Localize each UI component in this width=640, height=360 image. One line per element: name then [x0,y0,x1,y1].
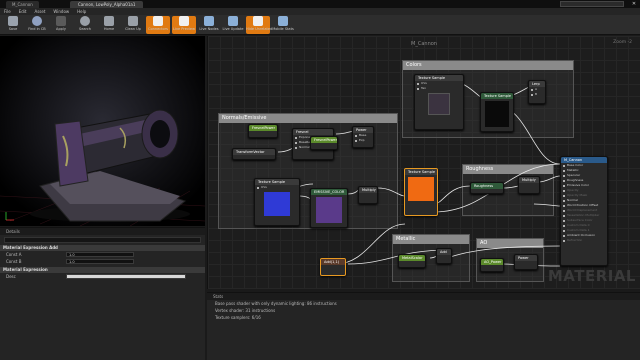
toolbar: Save Find in CB Apply Search Home Clean … [0,15,640,35]
const-b-field[interactable]: 1.0 [66,259,134,264]
stats-line: Base pass shader with only dynamic light… [215,301,337,306]
property-row: Const B 1.0 [0,258,205,265]
live-update-icon [228,16,238,26]
mobile-stats-button[interactable]: Mobile Stats [272,16,294,34]
preview-viewport[interactable] [0,36,205,226]
node-roughness-mult[interactable]: Roughness [470,182,504,194]
menu-window[interactable]: Window [53,8,69,15]
apply-button[interactable]: Apply [50,16,72,34]
node-add[interactable]: Add(1,1) [320,258,346,276]
search-button[interactable]: Search [74,16,96,34]
menu-help[interactable]: Help [77,8,86,15]
node-multiply-b[interactable]: Multiply [518,176,540,194]
property-row: Desc [0,273,205,280]
node-material-result[interactable]: M_Cannon Base Color Metallic Specular Ro… [560,156,608,266]
live-nodes-icon [204,16,214,26]
node-fresnel-exp[interactable]: FresnelPower [248,124,278,138]
title-bar: M_Cannon Cannon, LowPoly_Alpha01a1 ✕ [0,0,640,8]
find-icon [32,16,42,26]
node-power[interactable]: Power Base Exp [352,126,374,148]
const-a-field[interactable]: 1.0 [66,252,134,257]
live-preview-button[interactable]: Live Preview [172,16,196,34]
cannon-preview-image [0,36,205,226]
stats-line: Texture samplers: 6/16 [215,315,261,320]
search-icon [80,16,90,26]
apply-icon [56,16,66,26]
hide-unrelated-icon [253,16,263,26]
node-lerp[interactable]: Lerp A B [528,80,546,104]
live-preview-icon [179,16,189,26]
hide-unrelated-button[interactable]: Hide Unrelated [246,16,272,34]
node-transform-vector[interactable]: TransformVector [232,148,276,160]
node-texture-sample-normal[interactable]: Texture Sample UVs [254,178,300,226]
normal-map-thumbnail [264,192,290,216]
menu-edit[interactable]: Edit [19,8,27,15]
node-texture-sample-colors[interactable]: Texture Sample UVs Tex [414,74,464,130]
live-update-button[interactable]: Live Update [222,16,244,34]
connectors-icon [153,16,163,26]
close-icon[interactable]: ✕ [630,0,638,8]
clean-up-icon [128,16,138,26]
material-graph-canvas[interactable]: M_Cannon Zoom -2 Colors Normals/Emissive… [207,36,640,289]
home-button[interactable]: Home [98,16,120,34]
node-add-small[interactable]: Add [436,248,452,264]
node-lerp-param[interactable]: Texture Sample [480,92,514,132]
tab-material-editor[interactable]: Cannon, LowPoly_Alpha01a1 [70,1,144,8]
window-search-box[interactable] [560,1,624,7]
texture-thumbnail [428,93,450,115]
details-panel: Details Material Expression Add Const A … [0,227,205,360]
save-button[interactable]: Save [2,16,24,34]
node-metal-scalar[interactable]: MetalScalar [398,254,426,268]
param-thumbnail [485,101,509,127]
menu-bar: File Edit Asset Window Help [0,8,640,15]
find-in-cb-button[interactable]: Find in CB [26,16,48,34]
roughness-thumbnail [408,177,434,201]
stats-line: Vertex shader: 31 instructions [215,308,276,313]
connectors-button[interactable]: Connectors [146,16,170,34]
details-panel-title[interactable]: Details [0,228,205,235]
mobile-stats-icon [278,16,288,26]
menu-asset[interactable]: Asset [34,8,45,15]
stats-panel: Stats Base pass shader with only dynamic… [207,292,640,360]
home-icon [104,16,114,26]
stats-panel-title[interactable]: Stats [207,293,640,300]
menu-file[interactable]: File [4,8,11,15]
clean-up-button[interactable]: Clean Up [122,16,144,34]
material-watermark: MATERIAL [547,267,636,285]
details-search-input[interactable] [4,237,201,243]
node-texture-sample-roughness[interactable]: Texture Sample [404,168,438,216]
save-icon [8,16,18,26]
property-row: Const A 1.0 [0,251,205,258]
desc-field[interactable] [66,274,186,279]
emissive-thumbnail [316,197,342,223]
node-power-b[interactable]: Power [514,254,538,270]
live-nodes-button[interactable]: Live Nodes [198,16,220,34]
node-ao-power[interactable]: AO_Power [480,258,504,272]
node-emissive-color[interactable]: EMISSIVE_COLOR [310,188,348,228]
node-fresnel-power-param[interactable]: FresnelPower [310,136,338,150]
node-multiply-a[interactable]: Multiply [358,186,378,204]
tab-document[interactable]: M_Cannon [6,1,39,8]
